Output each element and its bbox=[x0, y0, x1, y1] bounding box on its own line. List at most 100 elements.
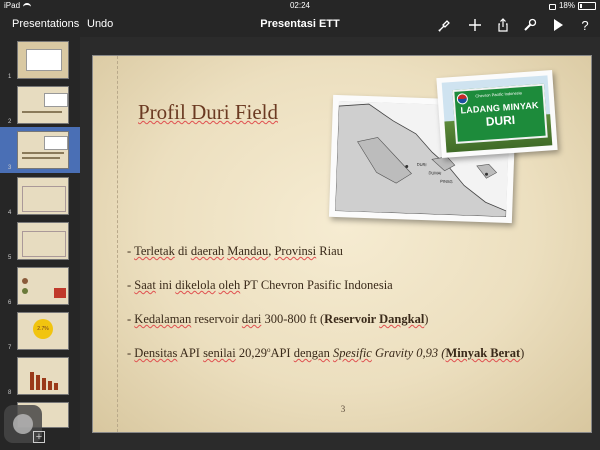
assistive-touch-icon bbox=[13, 414, 33, 434]
thumbnail-bulb: 2.7% bbox=[33, 319, 53, 339]
slide-number: 8 bbox=[8, 390, 12, 396]
word: dikelola bbox=[175, 278, 216, 292]
thumbnail-bar bbox=[30, 372, 34, 390]
play-icon[interactable] bbox=[551, 18, 565, 32]
thumbnail-image bbox=[17, 267, 69, 305]
slide-title[interactable]: Profil Duri Field bbox=[138, 100, 278, 125]
bullet-dash: - bbox=[127, 244, 135, 258]
sign-board: Chevron Pacific Indonesia LADANG MINYAK … bbox=[452, 83, 548, 144]
thumbnail-text-line bbox=[22, 111, 62, 113]
thumbnail-table bbox=[22, 231, 66, 257]
slide-thumbnail-2[interactable]: 2 bbox=[0, 82, 80, 127]
italic-word: Spesific bbox=[332, 346, 372, 361]
text: ) bbox=[424, 312, 429, 326]
text: API bbox=[177, 346, 204, 361]
thumbnail-photo bbox=[44, 93, 68, 107]
slide-thumbnail-4[interactable]: 4 bbox=[0, 173, 80, 218]
word: Saat bbox=[134, 278, 156, 292]
help-icon[interactable]: ? bbox=[578, 18, 592, 33]
slide-number: 4 bbox=[8, 210, 12, 216]
text: API bbox=[270, 346, 294, 361]
bold-text: Minyak Berat bbox=[445, 346, 521, 361]
slide-number: 1 bbox=[8, 74, 12, 80]
bullet-3: - Kedalaman reservoir dari 300-800 ft (R… bbox=[127, 312, 587, 327]
slide-thumbnail-7[interactable]: 2.7% 7 bbox=[0, 308, 80, 353]
thumbnail-image bbox=[17, 86, 69, 124]
slide-thumbnail-6[interactable]: 6 bbox=[0, 263, 80, 308]
wrench-icon[interactable] bbox=[523, 18, 537, 32]
slide-thumbnail-1[interactable]: 1 bbox=[0, 37, 80, 82]
sign-photo[interactable]: Chevron Pacific Indonesia LADANG MINYAK … bbox=[436, 70, 558, 158]
slide-thumbnail-3[interactable]: 3 bbox=[0, 127, 80, 173]
thumbnail-image bbox=[17, 131, 69, 169]
rotation-lock-icon bbox=[548, 4, 556, 10]
title-text: Profil Duri Field bbox=[138, 100, 278, 124]
thumbnail-image: 2.7% bbox=[17, 312, 69, 350]
thumbnail-stamp bbox=[54, 288, 66, 298]
slide-number: 7 bbox=[8, 345, 12, 351]
thumbnail-bar bbox=[42, 378, 46, 390]
word: dari bbox=[241, 312, 262, 326]
slide-thumbnail-5[interactable]: 5 bbox=[0, 218, 80, 263]
word: Mandau bbox=[227, 244, 269, 258]
thumbnail-bar bbox=[36, 375, 40, 390]
status-bar: iPad 02:24 18% bbox=[0, 0, 600, 12]
word: Provinsi bbox=[274, 244, 317, 258]
add-slide-button[interactable]: + bbox=[33, 431, 45, 443]
thumbnail-text-line bbox=[22, 157, 60, 159]
text: 20,29 bbox=[235, 346, 267, 361]
map-label: PINSG bbox=[440, 178, 453, 185]
thumbnail-image bbox=[17, 357, 69, 395]
toolbar: Presentations Undo Presentasi ETT ? bbox=[0, 12, 600, 37]
text: PT Chevron Pasific Indonesia bbox=[240, 278, 393, 292]
thumbnail-image bbox=[17, 177, 69, 215]
thumbnail-text-line bbox=[22, 152, 64, 154]
thumbnail-image bbox=[17, 222, 69, 260]
slide-page-number: 3 bbox=[340, 404, 346, 414]
thumbnail-photo bbox=[44, 136, 68, 150]
battery-level bbox=[580, 4, 582, 8]
word: oleh bbox=[218, 278, 241, 292]
document-title: Presentasi ETT bbox=[260, 18, 340, 30]
text: 300-800 ft ( bbox=[261, 312, 325, 326]
bullet-list[interactable]: - Terletak di daerah Mandau, Provinsi Ri… bbox=[127, 244, 587, 380]
map-label: DURI bbox=[416, 161, 427, 168]
brush-icon[interactable] bbox=[438, 18, 452, 32]
clock: 02:24 bbox=[289, 1, 311, 10]
word: daerah bbox=[190, 244, 225, 258]
thumbnail-dot bbox=[22, 288, 28, 294]
slide-thumbnail-8[interactable]: 8 bbox=[0, 353, 80, 398]
plus-icon[interactable] bbox=[468, 18, 482, 32]
thumbnail-dot bbox=[22, 278, 28, 284]
slide-navigator: 1 2 3 4 5 6 2.7% 7 8 bbox=[0, 37, 80, 450]
word: Densitas bbox=[134, 346, 178, 361]
battery-percent: 18% bbox=[558, 1, 575, 10]
bold-text: Dangkal bbox=[379, 312, 425, 326]
slide-number: 5 bbox=[8, 255, 12, 261]
sign-image: Chevron Pacific Indonesia LADANG MINYAK … bbox=[441, 75, 553, 153]
slide-number: 3 bbox=[8, 165, 12, 171]
chevron-logo-icon bbox=[456, 93, 469, 105]
thumbnail-bar bbox=[48, 381, 52, 390]
thumbnail-image bbox=[17, 41, 69, 79]
thumbnail-bar bbox=[54, 383, 58, 390]
slide-margin-line bbox=[117, 56, 118, 432]
share-icon[interactable] bbox=[496, 18, 510, 32]
slide-number: 6 bbox=[8, 300, 12, 306]
text: di bbox=[174, 244, 191, 258]
map-label: DUMAI bbox=[428, 170, 442, 176]
text: ) bbox=[520, 346, 525, 361]
thumbnail-table bbox=[22, 186, 66, 212]
slide-canvas: Profil Duri Field DURI DUMAI PINSG Chevr… bbox=[80, 37, 600, 450]
word: Terletak bbox=[134, 244, 175, 258]
text: Riau bbox=[316, 244, 343, 258]
word: Kedalaman bbox=[134, 312, 192, 326]
slide[interactable]: Profil Duri Field DURI DUMAI PINSG Chevr… bbox=[92, 55, 592, 433]
text: ini bbox=[155, 278, 176, 292]
bold-text: Reservoir bbox=[324, 312, 380, 326]
bullet-2: - Saat ini dikelola oleh PT Chevron Pasi… bbox=[127, 278, 587, 293]
bullet-1: - Terletak di daerah Mandau, Provinsi Ri… bbox=[127, 244, 587, 259]
word: dengan bbox=[293, 346, 330, 361]
italic-text: Gravity 0,93 ( bbox=[371, 346, 446, 361]
battery-icon bbox=[578, 2, 596, 10]
